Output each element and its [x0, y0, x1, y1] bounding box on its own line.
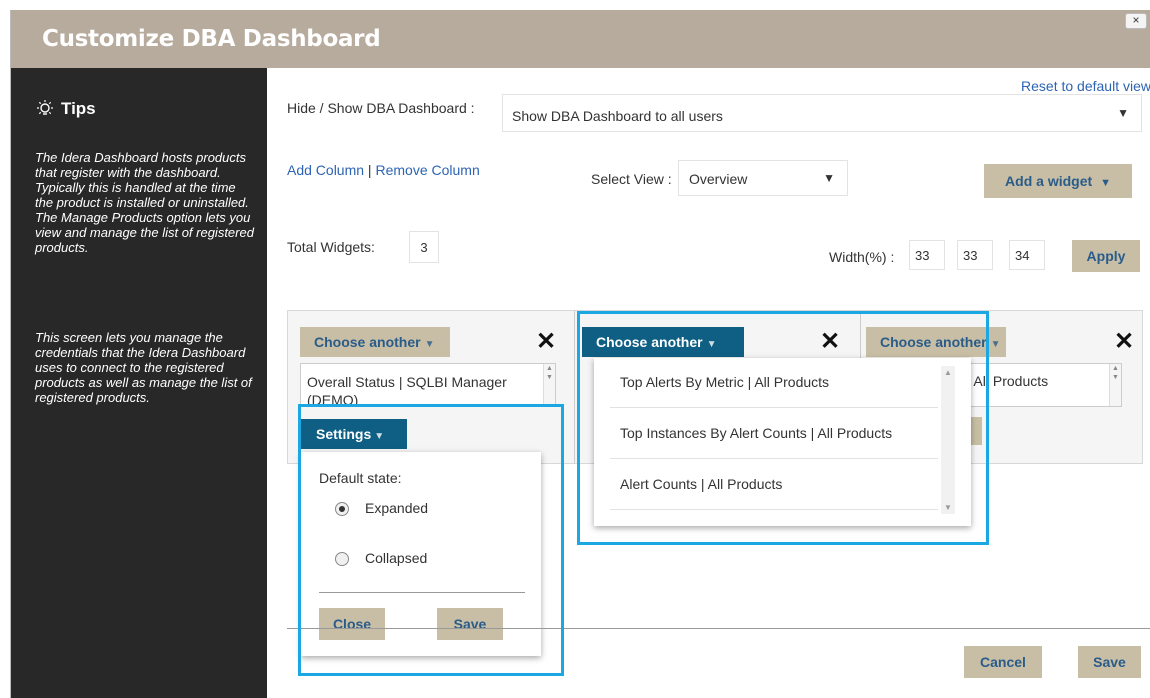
- total-widgets-label: Total Widgets:: [287, 239, 375, 255]
- link-separator: |: [364, 162, 376, 178]
- widget-dropdown-menu: Top Alerts By Metric | All Products Top …: [594, 358, 971, 526]
- radio-expanded[interactable]: [335, 502, 349, 516]
- select-view-label: Select View :: [591, 171, 672, 187]
- hide-show-label: Hide / Show DBA Dashboard :: [287, 100, 475, 116]
- remove-column-link[interactable]: Remove Column: [375, 162, 479, 178]
- settings-label: Settings: [316, 426, 372, 442]
- tips-heading-text: Tips: [61, 99, 96, 118]
- dialog-close-button[interactable]: ×: [1125, 13, 1147, 29]
- reset-default-link[interactable]: Reset to default view: [1021, 78, 1150, 94]
- choose-another-label: Choose another: [596, 334, 703, 350]
- width-field-1[interactable]: 33: [909, 240, 945, 270]
- select-view-value: Overview: [689, 171, 748, 187]
- dropdown-item[interactable]: Top Instances By Alert Counts | All Prod…: [610, 409, 938, 459]
- content-area: Reset to default view Hide / Show DBA Da…: [267, 68, 1150, 698]
- caret-down-icon: ▼: [706, 339, 717, 350]
- column-divider: [574, 311, 575, 463]
- total-widgets-field[interactable]: 3: [409, 231, 439, 263]
- widget-list-1[interactable]: Overall Status | SQLBI Manager (DEMO) ▲ ▼: [300, 363, 556, 407]
- default-state-label: Default state:: [319, 470, 402, 486]
- width-field-2[interactable]: 33: [957, 240, 993, 270]
- hide-show-select[interactable]: Show DBA Dashboard to all users ▼: [502, 94, 1142, 132]
- add-column-link[interactable]: Add Column: [287, 162, 364, 178]
- tips-sidebar: Tips The Idera Dashboard hosts products …: [11, 68, 267, 698]
- scrollbar[interactable]: ▲ ▼: [1109, 364, 1121, 406]
- close-icon[interactable]: ✕: [536, 330, 556, 354]
- dropdown-item[interactable]: Alert Counts | All Products: [610, 460, 938, 510]
- radio-collapsed-label: Collapsed: [365, 550, 428, 566]
- settings-save-button[interactable]: Save: [437, 608, 503, 640]
- add-widget-button[interactable]: Add a widget ▼: [984, 164, 1132, 198]
- scroll-down-icon[interactable]: ▼: [941, 503, 955, 512]
- caret-down-icon: ▼: [374, 431, 385, 442]
- radio-expanded-label: Expanded: [365, 500, 429, 516]
- apply-button[interactable]: Apply: [1072, 240, 1140, 272]
- footer-divider: [287, 628, 1150, 629]
- tips-paragraph: The Idera Dashboard hosts products that …: [35, 150, 254, 255]
- hide-show-value: Show DBA Dashboard to all users: [512, 108, 723, 124]
- caret-down-icon: ▼: [424, 339, 435, 350]
- dialog-title: Customize DBA Dashboard: [42, 26, 381, 52]
- lightbulb-icon: [37, 100, 53, 115]
- scrollbar[interactable]: ▲ ▼: [543, 364, 555, 406]
- width-label: Width(%) :: [829, 249, 895, 265]
- dropdown-item-label: Alert Counts | All Products: [620, 476, 783, 492]
- column-links: Add Column | Remove Column: [287, 162, 480, 178]
- choose-another-button-1[interactable]: Choose another ▼: [300, 327, 450, 357]
- dropdown-item-label: Top Alerts By Metric | All Products: [620, 374, 830, 390]
- add-widget-label: Add a widget: [1005, 173, 1093, 189]
- radio-collapsed[interactable]: [335, 552, 349, 566]
- choose-another-button-3[interactable]: Choose another ▼: [866, 327, 1006, 357]
- close-icon[interactable]: ✕: [1114, 330, 1134, 354]
- save-button[interactable]: Save: [1078, 646, 1141, 678]
- widget-item[interactable]: Overall Status | SQLBI Manager (DEMO): [307, 373, 543, 406]
- settings-button[interactable]: Settings ▼: [299, 419, 407, 449]
- settings-panel: Default state: Expanded Collapsed Close …: [301, 452, 541, 656]
- caret-down-icon: ▼: [1100, 177, 1111, 189]
- scroll-up-icon[interactable]: ▲: [941, 368, 955, 377]
- cancel-button[interactable]: Cancel: [964, 646, 1042, 678]
- customize-dialog: Customize DBA Dashboard × Tips The Idera…: [10, 10, 1150, 698]
- choose-another-label: Choose another: [314, 334, 421, 350]
- caret-down-icon: ▼: [1117, 106, 1129, 120]
- dialog-titlebar: Customize DBA Dashboard ×: [11, 10, 1150, 68]
- tips-paragraph: This screen lets you manage the credenti…: [35, 330, 252, 405]
- caret-down-icon: ▼: [990, 339, 1001, 350]
- select-view-dropdown[interactable]: Overview ▼: [678, 160, 848, 196]
- settings-divider: [319, 592, 525, 593]
- settings-close-button[interactable]: Close: [319, 608, 385, 640]
- caret-down-icon: ▼: [823, 171, 835, 185]
- dropdown-scrollbar[interactable]: ▲ ▼: [941, 366, 955, 514]
- width-field-3[interactable]: 34: [1009, 240, 1045, 270]
- choose-another-label: Choose another: [880, 334, 987, 350]
- dropdown-item[interactable]: Top Alerts By Metric | All Products: [610, 358, 938, 408]
- choose-another-button-2[interactable]: Choose another ▼: [582, 327, 744, 357]
- close-icon[interactable]: ✕: [820, 330, 840, 354]
- dropdown-item-label: Top Instances By Alert Counts | All Prod…: [620, 425, 893, 441]
- tips-heading: Tips: [35, 99, 96, 119]
